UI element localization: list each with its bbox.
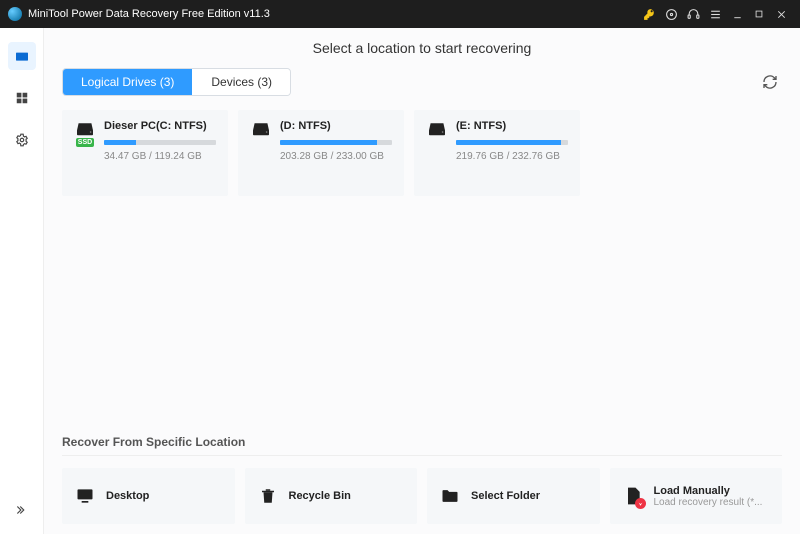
drive-usage-bar: [280, 140, 392, 145]
drive-icon: [427, 120, 447, 136]
sidebar-item-recovery[interactable]: [8, 42, 36, 70]
close-button[interactable]: [770, 3, 792, 25]
location-select-folder[interactable]: Select Folder: [427, 468, 600, 524]
page-heading: Select a location to start recovering: [62, 36, 782, 68]
sidebar-collapse-icon[interactable]: [8, 496, 36, 524]
drive-name: (D: NTFS): [280, 120, 392, 132]
tab-devices[interactable]: Devices (3): [192, 69, 290, 95]
location-label: Load Manually: [654, 485, 763, 497]
drive-card[interactable]: (E: NTFS) 219.76 GB / 232.76 GB: [414, 110, 580, 196]
location-load-manually[interactable]: Load Manually Load recovery result (*...: [610, 468, 783, 524]
minimize-button[interactable]: [726, 3, 748, 25]
drive-usage-bar: [104, 140, 216, 145]
ssd-badge: SSD: [76, 138, 94, 147]
trash-icon: [257, 485, 279, 507]
drive-size-text: 203.28 GB / 233.00 GB: [280, 151, 392, 162]
location-subtext: Load recovery result (*...: [654, 497, 763, 508]
divider: [62, 455, 782, 456]
section-specific-title: Recover From Specific Location: [62, 427, 782, 449]
left-sidebar: [0, 28, 44, 534]
menu-icon[interactable]: [704, 3, 726, 25]
drive-card[interactable]: (D: NTFS) 203.28 GB / 233.00 GB: [238, 110, 404, 196]
maximize-button[interactable]: [748, 3, 770, 25]
sidebar-item-apps[interactable]: [8, 84, 36, 112]
tab-logical-drives[interactable]: Logical Drives (3): [63, 69, 192, 95]
desktop-icon: [74, 485, 96, 507]
window-title: MiniTool Power Data Recovery Free Editio…: [28, 8, 270, 20]
location-desktop[interactable]: Desktop: [62, 468, 235, 524]
drive-icon: [251, 120, 271, 136]
support-icon[interactable]: [682, 3, 704, 25]
load-icon: [622, 485, 644, 507]
license-key-icon[interactable]: [638, 3, 660, 25]
drive-usage-bar: [456, 140, 568, 145]
drive-size-text: 219.76 GB / 232.76 GB: [456, 151, 568, 162]
drive-name: Dieser PC(C: NTFS): [104, 120, 216, 132]
drive-tabs: Logical Drives (3) Devices (3): [62, 68, 291, 96]
app-logo-icon: [8, 7, 22, 21]
location-label: Desktop: [106, 490, 149, 502]
location-recycle-bin[interactable]: Recycle Bin: [245, 468, 418, 524]
refresh-button[interactable]: [758, 70, 782, 94]
sidebar-item-settings[interactable]: [8, 126, 36, 154]
window-titlebar: MiniTool Power Data Recovery Free Editio…: [0, 0, 800, 28]
location-label: Select Folder: [471, 490, 540, 502]
location-label: Recycle Bin: [289, 490, 351, 502]
disc-icon[interactable]: [660, 3, 682, 25]
folder-icon: [439, 485, 461, 507]
drive-size-text: 34.47 GB / 119.24 GB: [104, 151, 216, 162]
drive-name: (E: NTFS): [456, 120, 568, 132]
drive-card[interactable]: SSD Dieser PC(C: NTFS) 34.47 GB / 119.24…: [62, 110, 228, 196]
drives-list: SSD Dieser PC(C: NTFS) 34.47 GB / 119.24…: [62, 110, 782, 196]
drive-icon: [75, 120, 95, 136]
